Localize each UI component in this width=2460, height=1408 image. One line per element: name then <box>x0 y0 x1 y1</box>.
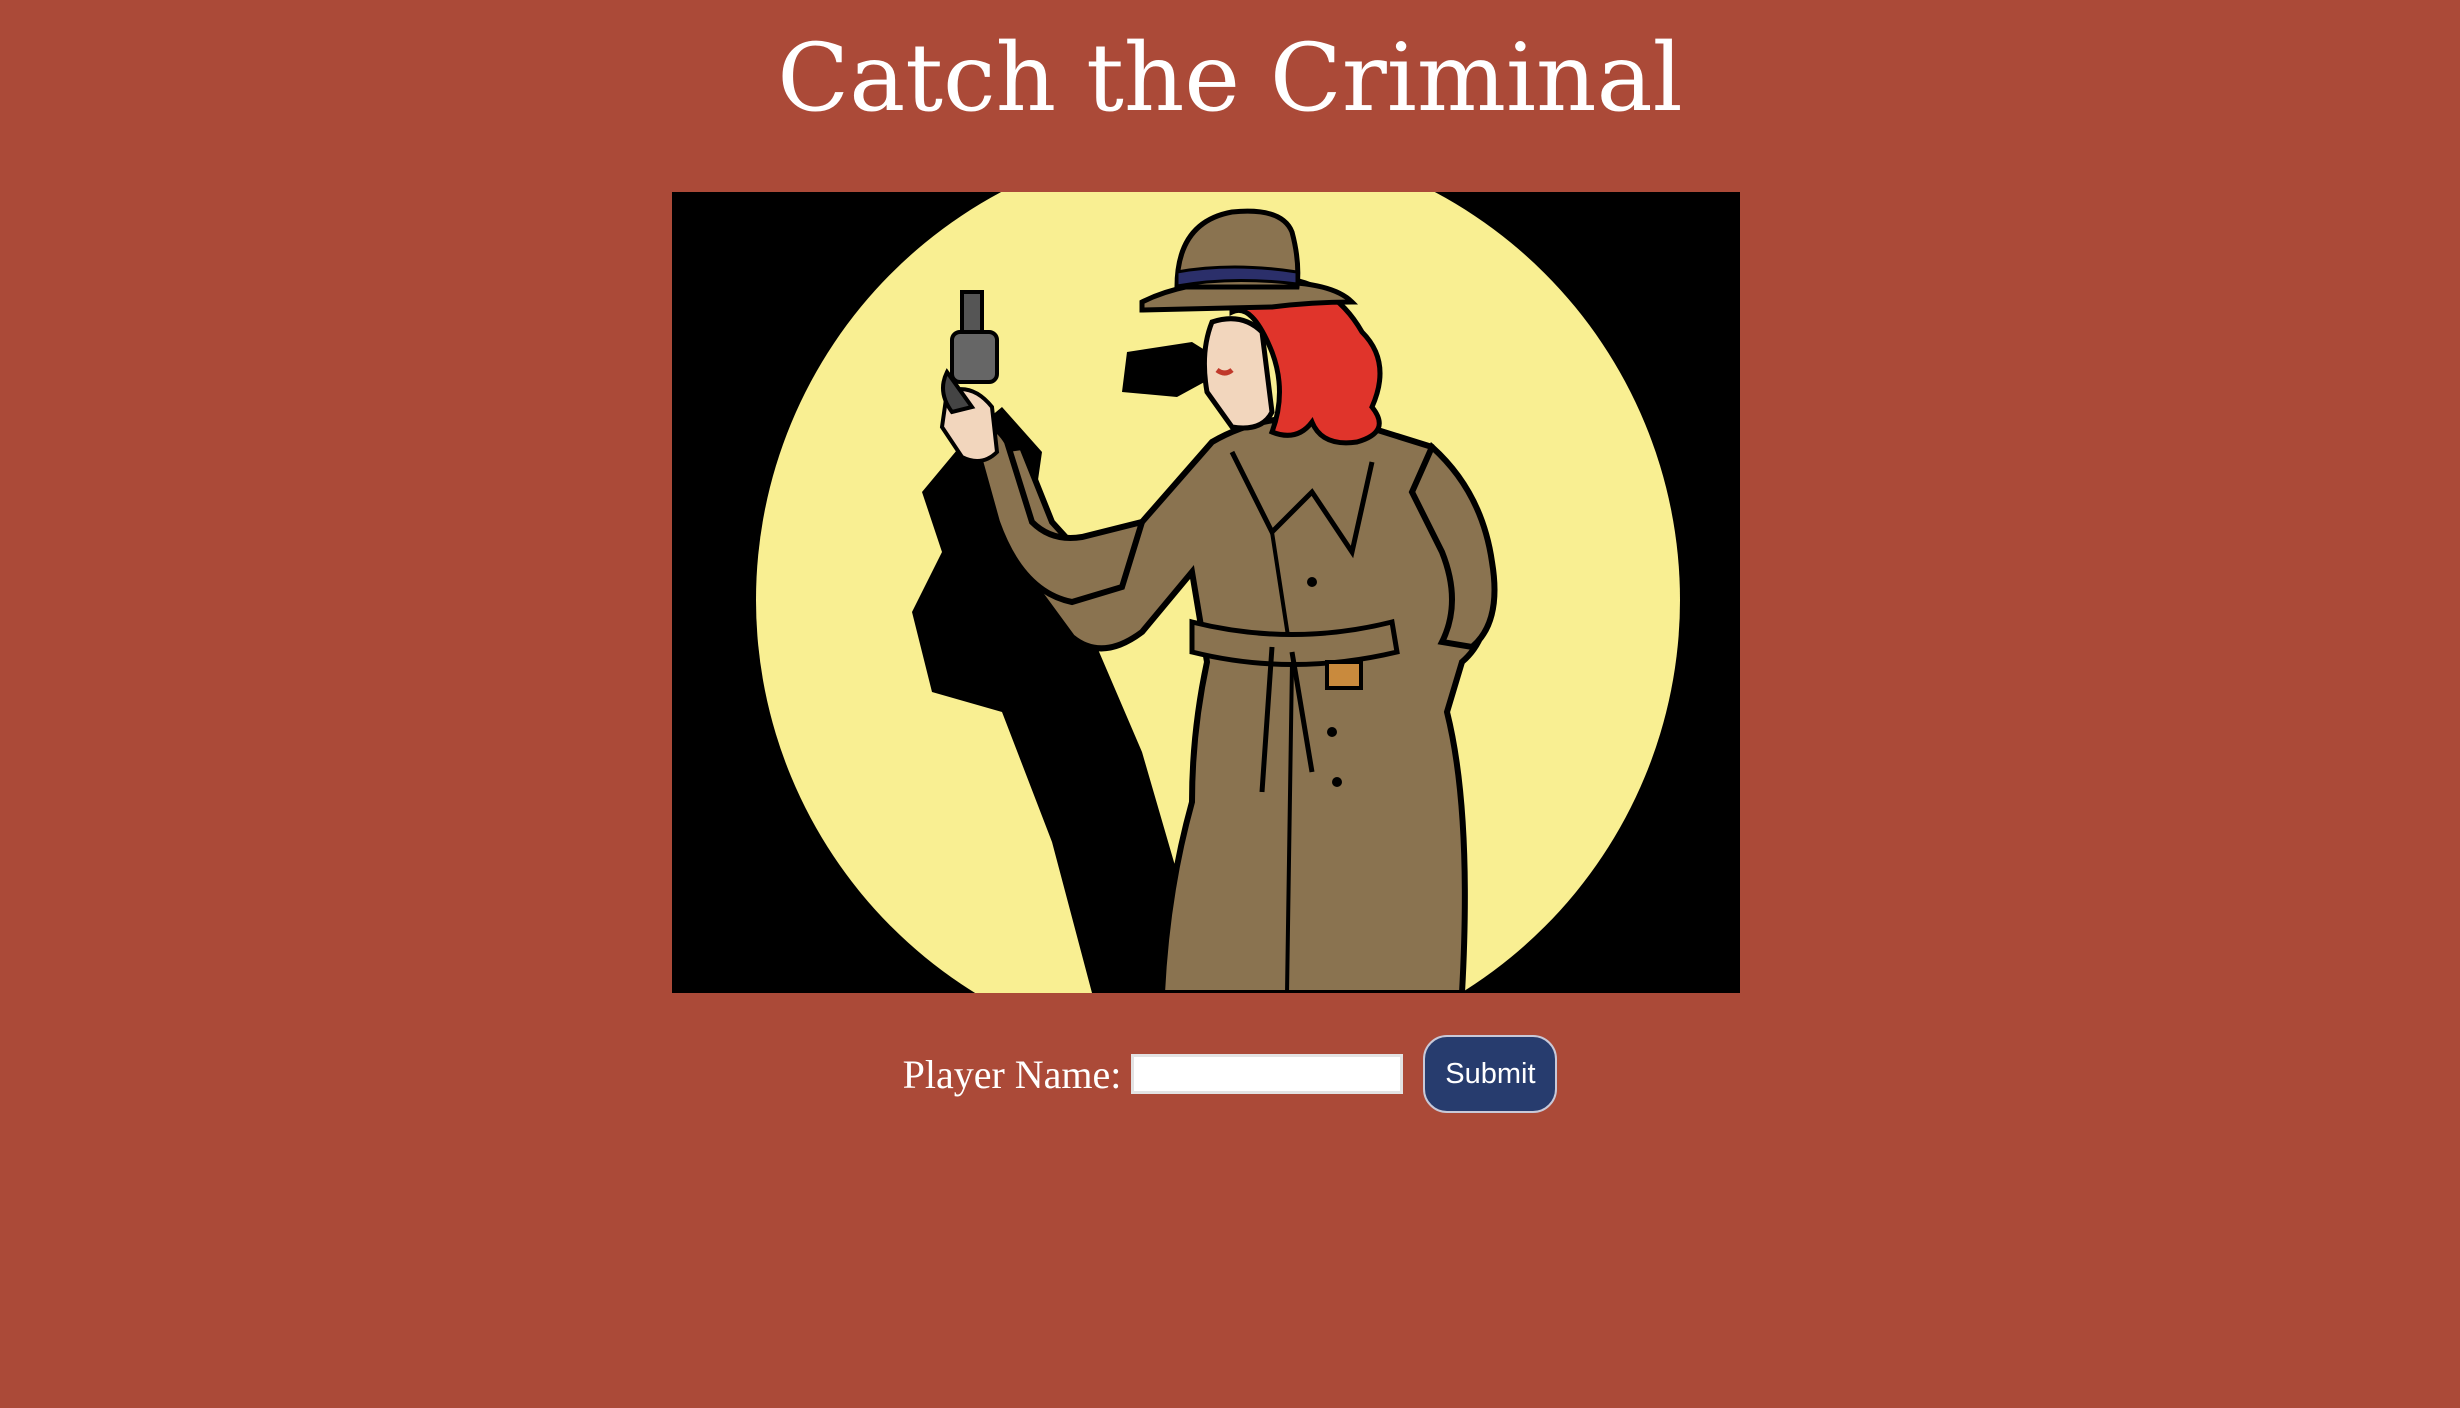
belt-buckle <box>1325 660 1363 690</box>
player-name-label: Player Name: <box>902 1051 1122 1097</box>
player-form: Player Name: Submit <box>0 1034 2460 1114</box>
player-name-input[interactable] <box>1131 1054 1404 1094</box>
submit-button[interactable]: Submit <box>1423 1035 1558 1113</box>
detective-illustration <box>672 192 1740 993</box>
page-title: Catch the Criminal <box>777 24 1683 133</box>
